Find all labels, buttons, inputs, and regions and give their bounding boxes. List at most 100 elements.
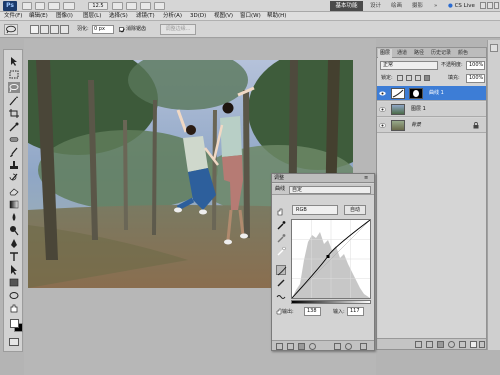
tool-preset-picker[interactable] (4, 24, 18, 35)
input-input[interactable]: 117 (347, 307, 364, 316)
clone-stamp-tool[interactable] (8, 160, 20, 171)
lock-all-icon[interactable] (424, 75, 430, 81)
reset-icon[interactable] (345, 343, 352, 350)
menu-select[interactable]: 选择(S) (109, 12, 128, 21)
menu-analysis[interactable]: 分析(A) (163, 12, 182, 21)
hand-tool[interactable] (8, 303, 20, 314)
subtract-selection-button[interactable] (50, 25, 59, 34)
restore-icon[interactable] (487, 2, 493, 9)
3d-rotate-tool[interactable] (8, 290, 20, 301)
white-point-eyedropper[interactable] (276, 246, 286, 256)
quick-selection-tool[interactable] (8, 95, 20, 106)
history-brush-tool[interactable] (8, 173, 20, 184)
add-mask-icon[interactable] (437, 341, 444, 348)
blend-mode-select[interactable]: 正常 (380, 61, 438, 70)
refine-edge-button[interactable]: 调整边缘... (160, 24, 196, 35)
workspace-more-icon[interactable]: » (434, 1, 437, 11)
eye-icon[interactable] (379, 90, 386, 97)
zoom-level-field[interactable]: 12.5 (88, 2, 108, 10)
edit-points-tool[interactable] (276, 265, 287, 276)
foreground-color-swatch[interactable] (10, 319, 19, 328)
on-image-adjust-tool[interactable] (276, 207, 286, 217)
layer-row-background[interactable]: 背景 (377, 118, 486, 133)
screen-mode-button[interactable] (154, 2, 165, 10)
arrange-documents-button[interactable] (140, 2, 151, 10)
tab-history[interactable]: 历史记录 (429, 49, 453, 58)
mini-bridge-button[interactable] (35, 2, 45, 10)
pen-tool[interactable] (8, 238, 20, 249)
tab-adjustments[interactable]: 调整 (274, 174, 284, 183)
layer-row-layer1[interactable]: 图层 1 (377, 102, 486, 117)
collapse-panels-icon[interactable] (490, 44, 498, 52)
workspace-photography[interactable]: 摄影 (412, 1, 423, 11)
eraser-tool[interactable] (8, 186, 20, 197)
layer-name[interactable]: 图层 1 (411, 106, 426, 113)
healing-brush-tool[interactable] (8, 134, 20, 145)
layer-style-icon[interactable] (426, 341, 433, 348)
antialias-checkbox[interactable] (119, 27, 125, 33)
bridge-button[interactable] (22, 2, 32, 10)
trash-icon[interactable] (360, 343, 367, 350)
lock-pixels-icon[interactable] (406, 75, 412, 81)
move-tool[interactable] (8, 56, 20, 67)
workspace-design[interactable]: 设计 (370, 1, 381, 11)
tab-channels[interactable]: 通道 (395, 49, 409, 58)
eyedropper-tool[interactable] (8, 121, 20, 132)
panel-menu-icon[interactable]: ≡ (364, 176, 371, 181)
menu-filter[interactable]: 滤镜(T) (136, 12, 155, 21)
rotate-view-button[interactable] (126, 2, 137, 10)
smooth-curve-tool[interactable] (276, 291, 286, 301)
trash-icon[interactable] (479, 341, 485, 348)
fill-input[interactable]: 100% (466, 74, 485, 83)
menu-image[interactable]: 图像(I) (56, 12, 73, 21)
type-tool[interactable] (8, 251, 20, 262)
dodge-tool[interactable] (8, 225, 20, 236)
menu-file[interactable]: 文件(F) (4, 12, 22, 21)
layer-name[interactable]: 曲线 1 (429, 90, 444, 97)
eye-icon[interactable] (379, 122, 386, 129)
layer-row-curves[interactable]: 曲线 1 (377, 86, 486, 101)
cs-live-button[interactable]: ● CS Live (448, 1, 478, 11)
hand-tool-button[interactable] (112, 2, 123, 10)
menu-layer[interactable]: 图层(L) (83, 12, 101, 21)
gradient-tool[interactable] (8, 199, 20, 210)
menu-help[interactable]: 帮助(H) (267, 12, 286, 21)
view-extras-dropdown[interactable] (63, 2, 75, 10)
new-layer-icon[interactable] (470, 341, 477, 348)
workspace-painting[interactable]: 绘画 (391, 1, 402, 11)
gray-point-eyedropper[interactable] (276, 233, 286, 243)
menu-view[interactable]: 视图(V) (214, 12, 233, 21)
crop-tool[interactable] (8, 108, 20, 119)
lasso-tool[interactable] (8, 82, 20, 93)
output-input[interactable]: 138 (304, 307, 321, 316)
workspace-essentials-button[interactable]: 基本功能 (330, 1, 363, 11)
auto-button[interactable]: 自动 (344, 205, 366, 215)
extras-dropdown[interactable] (48, 2, 60, 10)
brush-tool[interactable] (8, 147, 20, 158)
view-previous-icon[interactable] (334, 343, 341, 350)
intersect-selection-button[interactable] (60, 25, 69, 34)
curves-graph[interactable] (291, 219, 371, 299)
return-to-list-icon[interactable] (276, 343, 283, 350)
channel-select[interactable]: RGB (292, 205, 338, 215)
minimize-icon[interactable] (480, 2, 486, 9)
new-adjustment-icon[interactable] (448, 341, 455, 348)
lock-position-icon[interactable] (415, 75, 421, 81)
add-to-selection-button[interactable] (40, 25, 49, 34)
path-selection-tool[interactable] (8, 264, 20, 275)
clip-to-layer-icon[interactable] (298, 343, 305, 350)
opacity-input[interactable]: 100% (466, 61, 485, 70)
feather-input[interactable]: 0 px (92, 25, 114, 34)
link-layers-icon[interactable] (415, 341, 422, 348)
lock-transparent-icon[interactable] (397, 75, 403, 81)
expand-view-icon[interactable] (287, 343, 294, 350)
close-icon[interactable] (494, 2, 499, 9)
menu-edit[interactable]: 编辑(E) (29, 12, 48, 21)
layer-name[interactable]: 背景 (411, 122, 421, 129)
quick-mask-button[interactable] (9, 338, 19, 346)
marquee-tool[interactable] (8, 69, 20, 80)
draw-curve-tool[interactable] (276, 278, 286, 288)
tab-color[interactable]: 颜色 (456, 49, 470, 58)
new-group-icon[interactable] (459, 341, 466, 348)
shape-tool[interactable] (8, 277, 20, 288)
